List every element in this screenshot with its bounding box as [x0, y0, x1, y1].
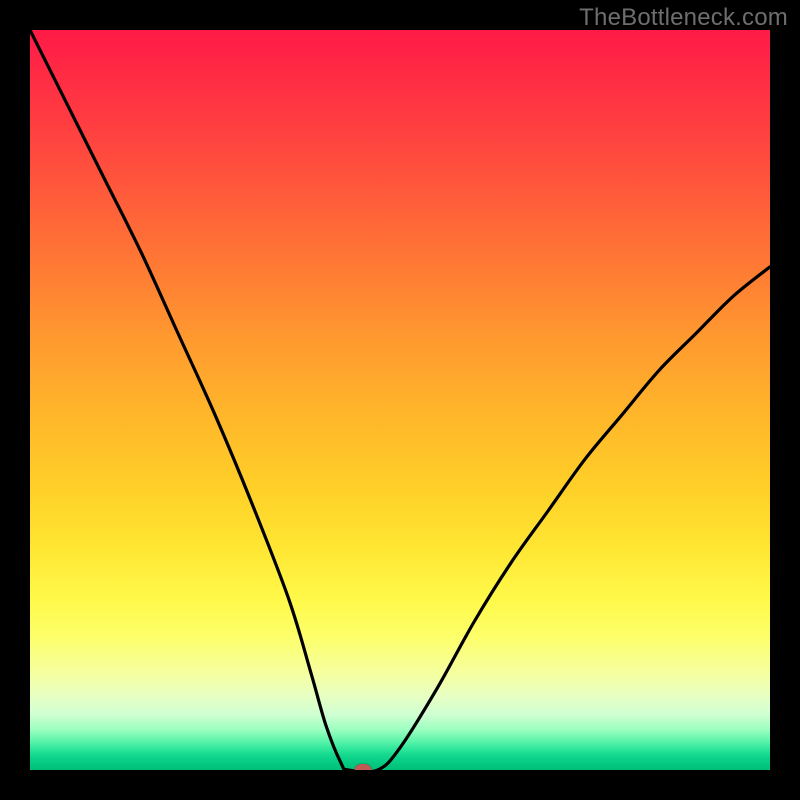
- bottleneck-curve: [30, 30, 770, 770]
- watermark-text: TheBottleneck.com: [579, 4, 788, 32]
- optimal-point-marker: [355, 764, 372, 770]
- plot-area: [30, 30, 770, 770]
- chart-container: TheBottleneck.com: [0, 0, 800, 800]
- curve-path: [30, 30, 770, 770]
